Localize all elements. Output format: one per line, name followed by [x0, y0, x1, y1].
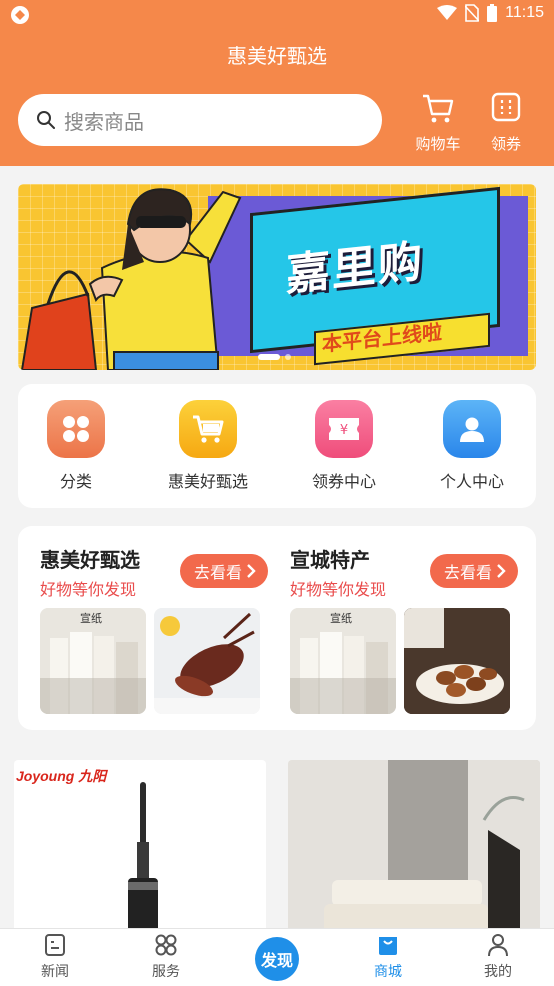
service-icon — [155, 934, 177, 956]
quick-item-category[interactable]: 分类 — [16, 400, 136, 492]
appliance-image — [128, 782, 158, 940]
shopping-cart-icon — [423, 94, 454, 123]
coupon-center-icon-tile: ¥ — [315, 400, 373, 458]
tab-profile[interactable]: 我的 — [458, 933, 538, 981]
cart-label: 购物车 — [415, 135, 461, 153]
coupon-button[interactable]: 领券 — [476, 92, 536, 154]
promo-go-label: 去看看 — [193, 563, 242, 582]
wifi-icon — [437, 5, 458, 20]
app-notification-icon — [11, 6, 29, 24]
pagination-dot — [285, 354, 291, 360]
mall-bag-icon — [379, 937, 397, 955]
person-icon — [460, 417, 484, 442]
svg-text:宣纸: 宣纸 — [80, 611, 102, 625]
pagination-dot-active — [258, 354, 280, 360]
cart-icon — [193, 415, 224, 443]
lobster-illustration — [154, 608, 260, 714]
promo-title: 惠美好甄选 — [40, 548, 140, 572]
search-icon — [37, 111, 55, 129]
svg-text:¥: ¥ — [340, 423, 348, 438]
chevron-right-icon — [247, 564, 256, 578]
towel-image — [288, 760, 540, 940]
quick-item-label: 领券中心 — [311, 472, 376, 491]
promo-section: 惠美好甄选 好物等你发现 去看看 宣纸 宣城特产 好物等你发现 去看看 宣纸 — [18, 526, 536, 730]
ticket-icon: ¥ — [329, 418, 359, 440]
status-bar: 11:15 — [0, 0, 554, 30]
paper-scroll-illustration: 宣纸 — [290, 608, 396, 714]
shopper-illustration — [20, 188, 242, 370]
promo-go-label: 去看看 — [443, 563, 492, 582]
tab-discover[interactable]: 发现 — [255, 937, 299, 981]
quick-item-label: 分类 — [59, 472, 92, 491]
banner-pagination — [258, 354, 291, 360]
tab-label: 我的 — [484, 964, 512, 980]
search-placeholder: 搜索商品 — [64, 109, 144, 134]
category-icon-tile — [47, 400, 105, 458]
paper-product-image[interactable]: 宣纸 — [40, 608, 146, 714]
grid-icon — [63, 416, 89, 442]
lobster-product-image[interactable] — [154, 608, 260, 714]
quick-menu: 分类 惠美好甄选 ¥ 领券中心 个人中心 — [18, 384, 536, 508]
profile-icon-tile — [443, 400, 501, 458]
news-icon — [45, 934, 65, 956]
page-title: 惠美好甄选 — [227, 44, 327, 68]
app-header: 11:15 惠美好甄选 搜索商品 购物车 领券 — [0, 0, 554, 166]
svg-text:宣纸: 宣纸 — [330, 611, 352, 625]
chevron-right-icon — [497, 564, 506, 578]
quick-item-selection[interactable]: 惠美好甄选 — [148, 400, 268, 492]
dates-product-image[interactable] — [404, 608, 510, 714]
brand-logo: Joyoung 九阳 — [16, 768, 107, 784]
promo-subtitle: 好物等你发现 — [290, 580, 387, 599]
search-input[interactable]: 搜索商品 — [18, 94, 382, 146]
tab-service[interactable]: 服务 — [126, 933, 206, 981]
promo-go-button[interactable]: 去看看 — [179, 554, 268, 588]
promo-go-button[interactable]: 去看看 — [429, 554, 518, 588]
product-card-joyoung[interactable]: Joyoung 九阳 — [14, 760, 266, 940]
tab-label: 新闻 — [41, 964, 69, 980]
paper-scroll-illustration: 宣纸 — [40, 608, 146, 714]
quick-item-profile[interactable]: 个人中心 — [412, 400, 532, 492]
coupon-icon — [491, 92, 521, 122]
status-time: 11:15 — [505, 4, 544, 21]
profile-icon — [488, 934, 508, 957]
promo-card-xuancheng[interactable]: 宣城特产 好物等你发现 去看看 宣纸 — [286, 540, 522, 720]
tab-mall[interactable]: 商城 — [348, 933, 428, 981]
tab-label: 服务 — [152, 964, 180, 980]
no-sim-icon — [465, 4, 480, 22]
promo-banner[interactable]: 嘉里购 本平台上线啦 — [18, 184, 536, 370]
discover-label: 发现 — [260, 951, 293, 970]
promo-title: 宣城特产 — [290, 548, 370, 572]
coupon-label: 领券 — [490, 135, 521, 153]
battery-icon — [487, 4, 498, 22]
promo-card-selection[interactable]: 惠美好甄选 好物等你发现 去看看 宣纸 — [36, 540, 272, 720]
quick-item-label: 个人中心 — [439, 472, 504, 491]
tab-label: 商城 — [374, 964, 402, 980]
quick-item-coupon-center[interactable]: ¥ 领券中心 — [284, 400, 404, 492]
cart-button[interactable]: 购物车 — [408, 92, 468, 154]
selection-icon-tile — [179, 400, 237, 458]
paper-product-image[interactable]: 宣纸 — [290, 608, 396, 714]
product-card-towel[interactable] — [288, 760, 540, 940]
quick-item-label: 惠美好甄选 — [167, 472, 248, 491]
tab-news[interactable]: 新闻 — [15, 933, 95, 981]
promo-subtitle: 好物等你发现 — [40, 580, 137, 599]
dates-illustration — [404, 608, 510, 714]
